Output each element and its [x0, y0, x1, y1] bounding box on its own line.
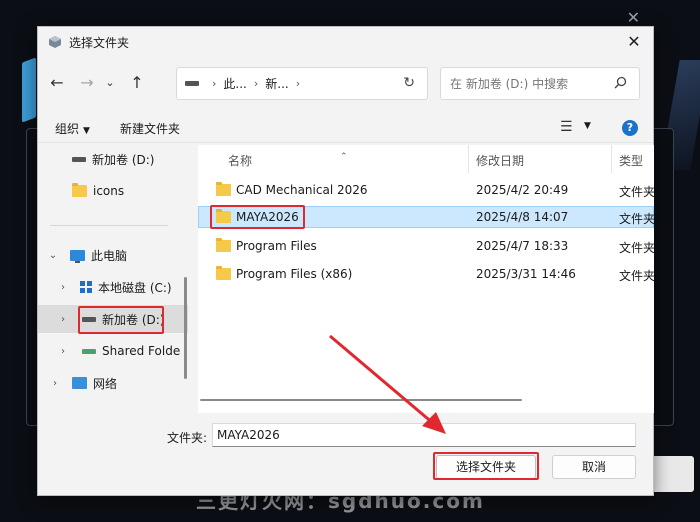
background-decoration [22, 57, 36, 123]
tree-item-label: 网络 [93, 376, 118, 391]
view-options-icon[interactable]: ☰ [560, 119, 573, 135]
dialog-titlebar: 选择文件夹 ✕ [38, 27, 653, 57]
sort-ascending-icon: ⌃ [340, 152, 348, 162]
tree-item-label: 本地磁盘 (C:) [98, 280, 172, 295]
breadcrumb-chevron-icon[interactable]: › [254, 77, 258, 90]
close-icon[interactable]: ✕ [623, 31, 645, 53]
file-row[interactable]: Program Files (x86) 2025/3/31 14:46 文件夹 [198, 263, 654, 285]
background-close-icon[interactable]: ✕ [627, 8, 640, 27]
file-name: CAD Mechanical 2026 [236, 183, 368, 197]
highlight-box-folder [210, 205, 305, 229]
file-type: 文件夹 [619, 241, 654, 255]
search-icon[interactable] [614, 76, 627, 89]
column-header-name[interactable]: 名称 [228, 152, 252, 169]
tree-item-network[interactable]: › 网络 [38, 369, 188, 397]
tree-item-label: icons [93, 184, 125, 198]
search-placeholder: 在 新加卷 (D:) 中搜索 [450, 77, 569, 91]
refresh-icon[interactable]: ↻ [403, 75, 415, 91]
file-list-pane: ⌃ 名称 修改日期 类型 CAD Mechanical 2026 2025/4/… [198, 145, 654, 413]
new-folder-button[interactable]: 新建文件夹 [120, 120, 180, 137]
file-row[interactable]: Program Files 2025/4/7 18:33 文件夹 [198, 235, 654, 257]
horizontal-scrollbar[interactable] [200, 399, 522, 401]
organize-label: 组织 [55, 122, 80, 136]
back-arrow-icon[interactable]: ← [46, 72, 68, 94]
drive-icon [185, 81, 199, 86]
file-type: 文件夹 [619, 212, 654, 226]
folder-name-input[interactable]: MAYA2026 [212, 423, 636, 447]
dialog-title: 选择文件夹 [69, 35, 130, 50]
breadcrumb-chevron-icon[interactable]: › [296, 77, 300, 90]
folder-icon [216, 182, 231, 196]
organize-button[interactable]: 组织 ▼ [55, 120, 90, 137]
file-row[interactable]: CAD Mechanical 2026 2025/4/2 20:49 文件夹 [198, 179, 654, 201]
breadcrumb-this-pc[interactable]: 此... [223, 75, 246, 92]
drive-icon [72, 156, 86, 162]
tree-item-new-volume-quick[interactable]: 新加卷 (D:) [38, 145, 188, 173]
folder-icon [216, 266, 231, 280]
file-type: 文件夹 [619, 269, 654, 283]
chevron-right-icon[interactable]: › [48, 378, 62, 389]
breadcrumb-new-volume[interactable]: 新... [265, 75, 288, 92]
file-date: 2025/3/31 14:46 [476, 267, 576, 281]
windows-drive-icon [80, 281, 92, 293]
navigation-pane-scrollbar[interactable] [184, 277, 187, 379]
shared-drive-icon [82, 348, 96, 354]
forward-arrow-icon[interactable]: → [76, 72, 98, 94]
tree-divider [50, 225, 168, 226]
file-date: 2025/4/2 20:49 [476, 183, 569, 197]
tree-item-local-disk-c[interactable]: › 本地磁盘 (C:) [38, 273, 188, 301]
column-header-type[interactable]: 类型 [619, 152, 643, 169]
column-divider[interactable] [611, 145, 612, 173]
file-date: 2025/4/7 18:33 [476, 239, 569, 253]
tree-item-this-pc[interactable]: ⌄ 此电脑 [38, 241, 188, 269]
select-folder-dialog: 选择文件夹 ✕ ← → ⌄ ↑ › 此... › 新... › ↻ 在 新加卷 … [37, 26, 654, 496]
cancel-button[interactable]: 取消 [552, 455, 636, 479]
up-arrow-icon[interactable]: ↑ [126, 72, 148, 94]
column-divider[interactable] [468, 145, 469, 173]
folder-icon [216, 238, 231, 252]
navigation-pane: 新加卷 (D:) icons ⌄ 此电脑 › 本地磁盘 (C:) › 新加卷 (… [38, 145, 188, 413]
caret-down-icon[interactable]: ▼ [584, 121, 591, 131]
chevron-right-icon[interactable]: › [56, 282, 70, 293]
caret-down-icon: ▼ [83, 126, 90, 136]
file-date: 2025/4/8 14:07 [476, 210, 569, 224]
breadcrumb-chevron-icon[interactable]: › [212, 77, 216, 90]
tree-item-label: 此电脑 [91, 248, 128, 263]
dialog-app-icon [49, 36, 61, 48]
chevron-right-icon[interactable]: › [56, 346, 70, 357]
address-bar[interactable]: › 此... › 新... › ↻ [176, 67, 428, 100]
chevron-down-icon[interactable]: ⌄ [46, 250, 60, 261]
pc-icon [70, 249, 85, 263]
highlight-box-drive [78, 306, 164, 334]
command-toolbar: 组织 ▼ 新建文件夹 ☰ ▼ ? [38, 115, 653, 143]
network-icon [72, 377, 87, 389]
recent-locations-chevron-icon[interactable]: ⌄ [102, 72, 118, 94]
navigation-bar: ← → ⌄ ↑ › 此... › 新... › ↻ 在 新加卷 (D:) 中搜索 [38, 65, 653, 101]
column-header-row: ⌃ 名称 修改日期 类型 [198, 145, 654, 173]
folder-icon [72, 183, 87, 197]
tree-item-shared-folders[interactable]: › Shared Folde [38, 337, 188, 365]
column-header-date[interactable]: 修改日期 [476, 152, 524, 169]
tree-item-label: Shared Folde [102, 344, 181, 358]
chevron-right-icon[interactable]: › [56, 314, 70, 325]
file-name: Program Files [236, 239, 317, 253]
tree-item-icons[interactable]: icons [38, 177, 188, 205]
tree-item-label: 新加卷 (D:) [92, 152, 155, 167]
highlight-box-select-button [433, 452, 539, 480]
folder-field-label: 文件夹: [167, 431, 208, 445]
file-type: 文件夹 [619, 185, 654, 199]
file-name: Program Files (x86) [236, 267, 353, 281]
search-input[interactable]: 在 新加卷 (D:) 中搜索 [440, 67, 640, 100]
help-icon[interactable]: ? [622, 120, 638, 136]
